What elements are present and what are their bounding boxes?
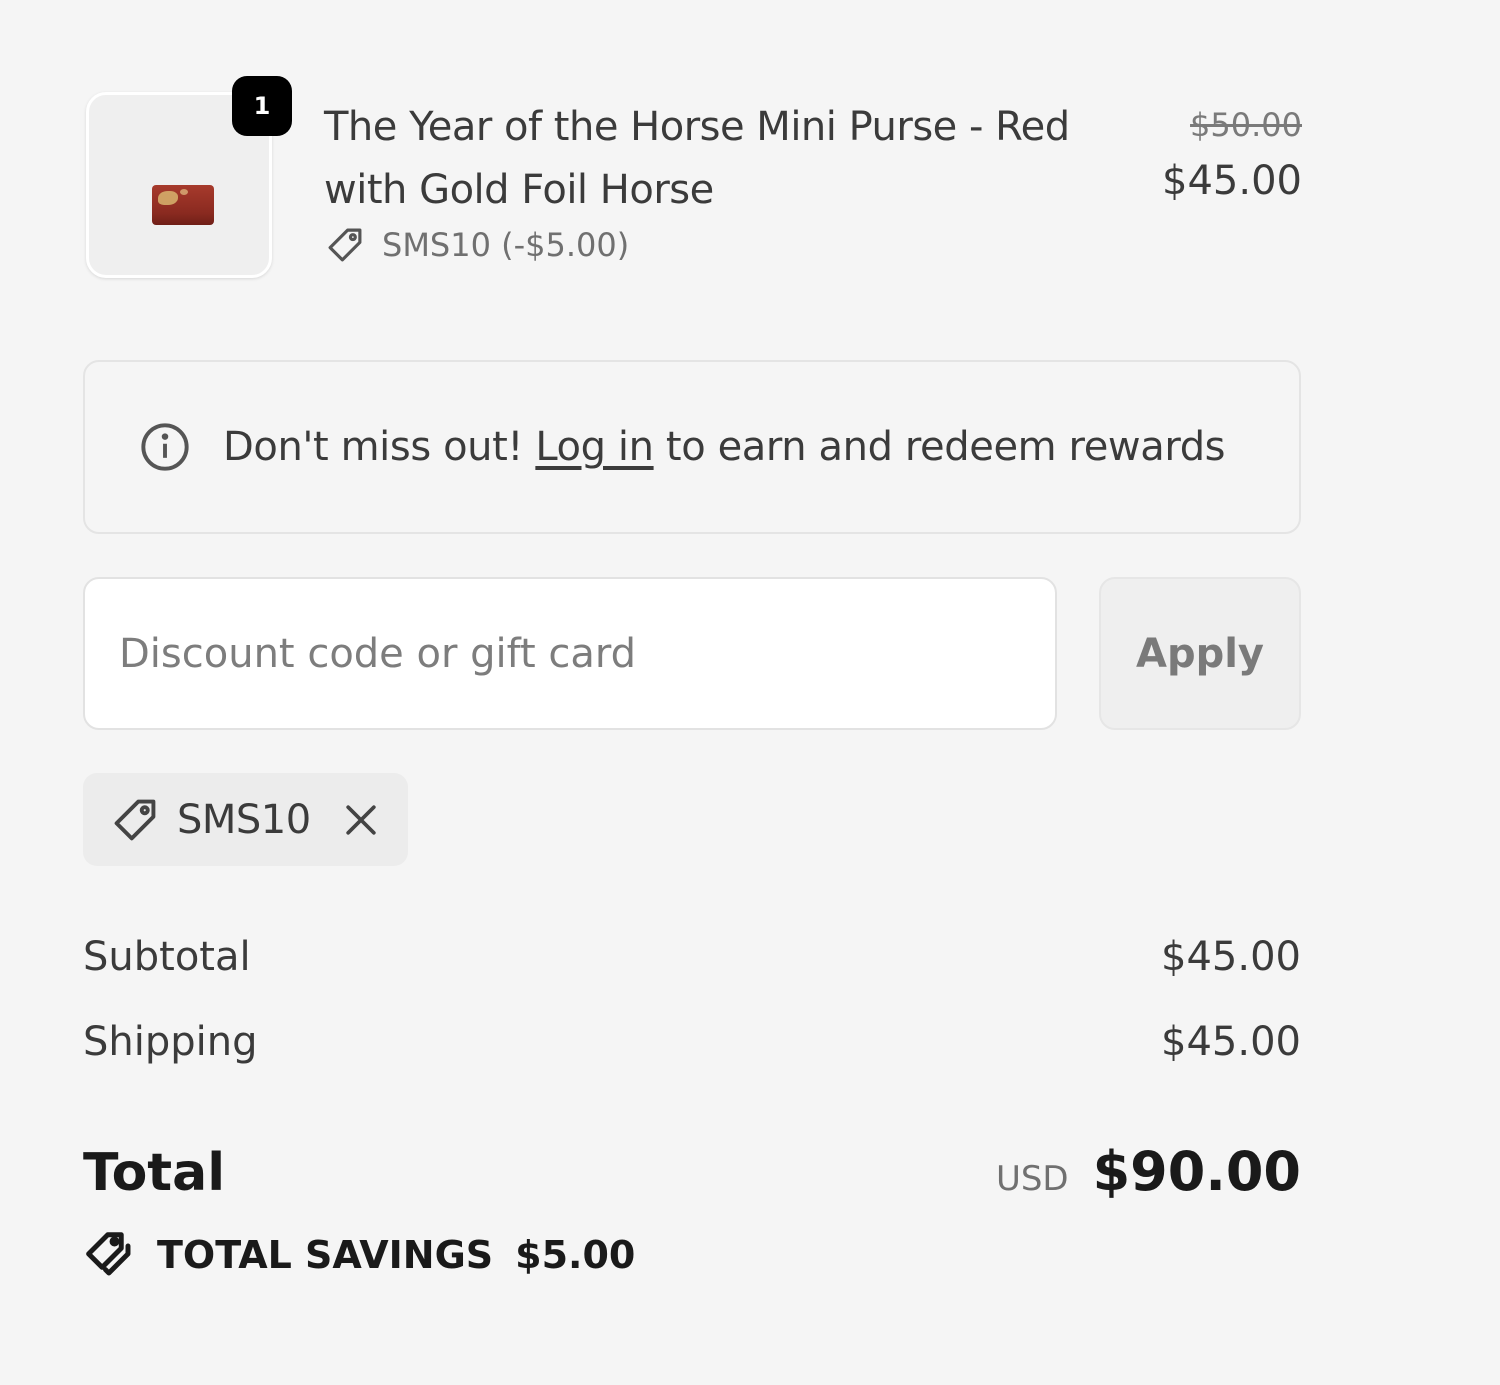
quantity-badge: 1 xyxy=(232,76,292,136)
total-label: Total xyxy=(83,1143,226,1203)
applied-discount-chip: SMS10 xyxy=(83,773,408,866)
info-icon xyxy=(141,423,189,471)
total-savings-row: TOTAL SAVINGS $5.00 xyxy=(83,1228,635,1282)
item-discount: SMS10 (-$5.00) xyxy=(324,224,629,266)
gold-foil-accent xyxy=(180,189,188,195)
total-savings-label: TOTAL SAVINGS xyxy=(157,1233,494,1277)
rewards-message: Don't miss out! Log in to earn and redee… xyxy=(223,424,1226,470)
purse-image xyxy=(152,185,214,225)
login-link[interactable]: Log in xyxy=(535,424,654,470)
shipping-row: Shipping $45.00 xyxy=(83,1019,1301,1065)
tag-icon xyxy=(114,799,156,840)
tag-icon xyxy=(328,228,362,262)
subtotal-label: Subtotal xyxy=(83,934,251,980)
original-price: $50.00 xyxy=(1190,106,1302,144)
item-discount-label: SMS10 (-$5.00) xyxy=(382,226,630,264)
subtotal-value: $45.00 xyxy=(1161,934,1301,980)
product-title: The Year of the Horse Mini Purse - Red w… xyxy=(324,104,1070,213)
gold-foil-horse xyxy=(158,191,178,205)
shipping-value: $45.00 xyxy=(1161,1019,1301,1065)
rewards-text-before: Don't miss out! xyxy=(223,424,536,470)
line-item: 1 The Year of the Horse Mini Purse - Red… xyxy=(86,76,1302,288)
currency-code: USD xyxy=(995,1159,1069,1199)
rewards-text-after: to earn and redeem rewards xyxy=(653,424,1226,470)
total-savings-value: $5.00 xyxy=(515,1233,636,1277)
shipping-label: Shipping xyxy=(83,1019,258,1065)
applied-code-label: SMS10 xyxy=(177,796,311,843)
discount-code-input[interactable] xyxy=(83,577,1057,730)
final-price: $45.00 xyxy=(1162,158,1302,204)
close-icon[interactable] xyxy=(339,798,383,842)
rewards-banner: Don't miss out! Log in to earn and redee… xyxy=(83,360,1301,534)
subtotal-row: Subtotal $45.00 xyxy=(83,934,1301,980)
total-amount-group: USD $90.00 xyxy=(996,1140,1301,1203)
total-row: Total USD $90.00 xyxy=(83,1140,1301,1203)
total-amount: $90.00 xyxy=(1092,1140,1301,1203)
apply-button[interactable]: Apply xyxy=(1099,577,1301,730)
tags-icon xyxy=(86,1232,131,1276)
